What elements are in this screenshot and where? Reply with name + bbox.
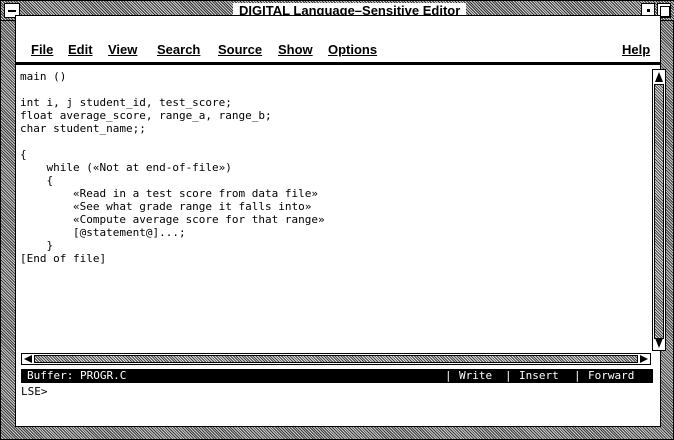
menu-divider [16,62,660,64]
code-line: float average_score, range_a, range_b; [20,109,272,122]
menu-search[interactable]: Search [157,42,200,58]
code-line: «See what grade range it falls into» [20,200,312,213]
editor-text-area[interactable]: main () int i, j student_id, test_score;… [20,70,648,356]
scroll-left-arrow-icon[interactable] [24,355,32,363]
status-separator: | [574,369,581,382]
menu-bar: File Edit View Search Source Show Option… [16,23,660,65]
end-of-file-marker: [End of file] [20,252,107,265]
code-line: «Compute average score for that range» [20,213,325,226]
menu-edit[interactable]: Edit [68,42,93,58]
code-line: [@statement@]...; [20,226,186,239]
buffer-name: Buffer: PROGR.C [27,369,127,382]
insert-mode-indicator: Insert [519,369,559,382]
code-line: } [20,239,54,252]
menu-options[interactable]: Options [328,42,377,58]
code-line: char student_name;; [20,122,146,135]
horizontal-scroll-thumb[interactable] [34,355,638,363]
status-bar: Buffer: PROGR.C | Write | Insert | Forwa… [21,369,653,383]
scroll-right-arrow-icon[interactable] [640,355,648,363]
menu-source[interactable]: Source [218,42,262,58]
code-line: «Read in a test score from data file» [20,187,319,200]
menu-help[interactable]: Help [622,42,650,58]
scroll-up-arrow-icon[interactable] [655,72,663,82]
command-prompt[interactable]: LSE> [21,385,653,399]
status-separator: | [505,369,512,382]
vertical-scroll-thumb[interactable] [654,84,664,339]
code-line: { [20,174,54,187]
menu-file[interactable]: File [31,42,53,58]
scroll-down-arrow-icon[interactable] [655,338,663,348]
write-mode-indicator: Write [459,369,493,382]
application-window: DIGITAL Language–Sensitive Editor File E… [0,0,674,440]
vertical-scrollbar[interactable] [652,69,666,351]
status-separator: | [445,369,452,382]
horizontal-scrollbar[interactable] [21,353,651,365]
code-line: main () [20,70,67,83]
code-line: int i, j student_id, test_score; [20,96,232,109]
code-line: while («Not at end-of-file») [20,161,232,174]
menu-view[interactable]: View [108,42,137,58]
code-line: { [20,148,27,161]
menu-show[interactable]: Show [278,42,313,58]
direction-indicator: Forward [588,369,635,382]
